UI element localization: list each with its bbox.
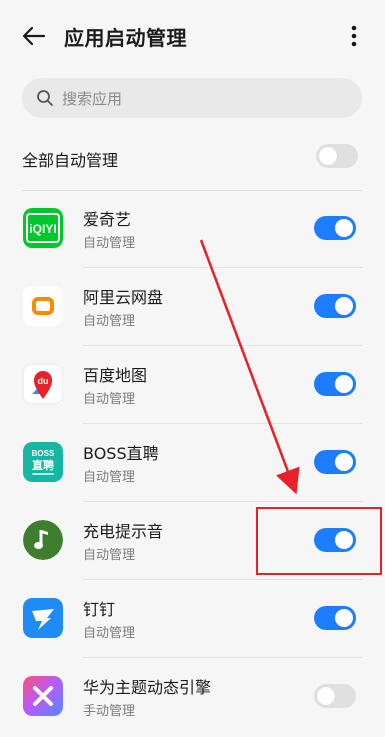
app-mode: 自动管理 xyxy=(83,470,136,485)
app-toggle-aliyun-drive[interactable] xyxy=(314,294,356,318)
app-name: 钉钉 xyxy=(83,600,116,619)
app-row-dingtalk: 钉钉 自动管理 xyxy=(0,580,385,658)
app-toggle-dingtalk[interactable] xyxy=(314,606,356,630)
more-options-icon[interactable] xyxy=(344,22,364,50)
app-row-huawei-theme: 华为主题动态引擎 手动管理 xyxy=(0,658,385,736)
search-input[interactable]: 搜索应用 xyxy=(22,78,362,118)
dingtalk-icon xyxy=(23,598,63,638)
svg-text:du: du xyxy=(38,376,49,386)
search-placeholder: 搜索应用 xyxy=(62,90,123,108)
search-icon xyxy=(37,90,53,106)
app-row-aliyun-drive: 阿里云网盘 自动管理 xyxy=(0,268,385,346)
back-arrow-icon[interactable] xyxy=(20,22,48,50)
app-row-boss: BOSS 直聘 BOSS直聘 自动管理 xyxy=(0,424,385,502)
app-name: 充电提示音 xyxy=(83,522,164,541)
app-toggle-boss[interactable] xyxy=(314,450,356,474)
app-mode: 自动管理 xyxy=(83,392,136,407)
music-note-icon xyxy=(23,520,63,560)
aliyun-drive-icon xyxy=(23,286,63,326)
app-mode: 自动管理 xyxy=(83,548,136,563)
app-mode: 自动管理 xyxy=(83,626,136,641)
svg-text:BOSS: BOSS xyxy=(32,449,55,458)
app-row-charging-sound: 充电提示音 自动管理 xyxy=(0,502,385,580)
app-mode: 自动管理 xyxy=(83,314,136,329)
app-toggle-baidu-map[interactable] xyxy=(314,372,356,396)
page-title: 应用启动管理 xyxy=(64,26,187,50)
svg-text:直聘: 直聘 xyxy=(32,458,54,472)
app-toggle-huawei-theme[interactable] xyxy=(314,684,356,708)
app-row-baidu-map: du 百度地图 自动管理 xyxy=(0,346,385,424)
app-row-iqiyi: iQIYI 爱奇艺 自动管理 xyxy=(0,190,385,268)
app-name: 阿里云网盘 xyxy=(83,288,164,307)
iqiyi-icon: iQIYI xyxy=(23,208,63,248)
manage-all-label: 全部自动管理 xyxy=(22,151,119,170)
app-toggle-charging-sound[interactable] xyxy=(314,528,356,552)
app-toggle-iqiyi[interactable] xyxy=(314,216,356,240)
manage-all-row: 全部自动管理 xyxy=(22,134,362,178)
app-name: 百度地图 xyxy=(83,366,148,385)
app-name: 华为主题动态引擎 xyxy=(83,678,212,697)
app-mode: 自动管理 xyxy=(83,236,136,251)
app-name: 爱奇艺 xyxy=(83,210,132,229)
app-mode: 手动管理 xyxy=(83,704,136,719)
baidu-map-icon: du xyxy=(23,364,63,404)
top-bar: 应用启动管理 xyxy=(0,0,385,72)
svg-text:iQIYI: iQIYI xyxy=(29,222,56,236)
huawei-theme-icon xyxy=(23,676,63,716)
boss-icon: BOSS 直聘 xyxy=(23,442,63,482)
app-name: BOSS直聘 xyxy=(83,444,159,463)
manage-all-toggle[interactable] xyxy=(316,144,358,168)
